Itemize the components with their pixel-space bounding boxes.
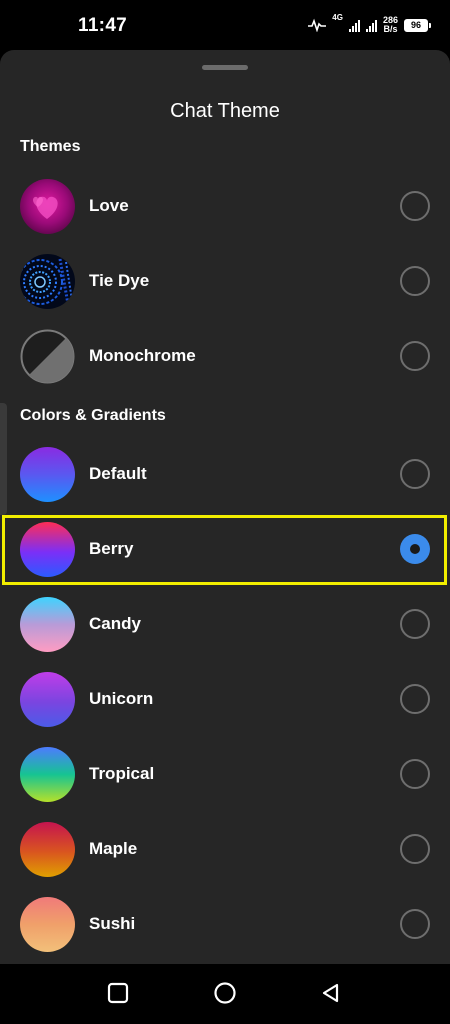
recents-square-icon[interactable] xyxy=(107,982,129,1009)
tropical-color-swatch xyxy=(20,747,75,802)
color-row-default[interactable]: Default xyxy=(0,437,450,512)
color-row-candy[interactable]: Candy xyxy=(0,587,450,662)
radio-button[interactable] xyxy=(400,909,430,939)
radio-button[interactable] xyxy=(400,759,430,789)
status-time: 11:47 xyxy=(78,15,128,36)
monochrome-theme-swatch xyxy=(20,329,75,384)
maple-color-swatch xyxy=(20,822,75,877)
sheet-drag-handle[interactable] xyxy=(202,65,248,70)
color-row-sushi[interactable]: Sushi xyxy=(0,887,450,962)
color-row-tropical[interactable]: Tropical xyxy=(0,737,450,812)
radio-button[interactable] xyxy=(400,266,430,296)
radio-button[interactable] xyxy=(400,609,430,639)
radio-button[interactable] xyxy=(400,341,430,371)
color-row-maple[interactable]: Maple xyxy=(0,812,450,887)
radio-button[interactable] xyxy=(400,191,430,221)
activity-icon xyxy=(308,18,327,32)
battery-icon: 96 xyxy=(404,18,431,32)
color-label: Tropical xyxy=(89,764,155,783)
network-speed: 286 B/s xyxy=(383,16,398,34)
color-label: Maple xyxy=(89,839,138,858)
status-bar: 11:47 4G 286 B/s 96 xyxy=(0,0,450,50)
signal-strength-icon xyxy=(348,19,360,32)
color-row-unicorn[interactable]: Unicorn xyxy=(0,662,450,737)
love-theme-swatch xyxy=(20,179,75,234)
status-icons: 4G 286 B/s 96 xyxy=(308,12,431,38)
color-label: Sushi xyxy=(89,914,136,933)
tie-dye-theme-swatch xyxy=(20,254,75,309)
network-speed-unit: B/s xyxy=(383,24,398,34)
sushi-color-swatch xyxy=(20,897,75,952)
signal-strength-icon-2 xyxy=(365,19,377,32)
theme-row-love[interactable]: Love xyxy=(0,169,450,244)
system-navigation-bar xyxy=(0,964,450,1024)
selection-highlight-box xyxy=(2,515,447,585)
theme-label: Monochrome xyxy=(89,346,196,365)
chat-theme-sheet: Chat Theme Themes Love Tie Dye Monochrom… xyxy=(0,50,450,964)
color-label: Unicorn xyxy=(89,689,154,708)
theme-row-tie-dye[interactable]: Tie Dye xyxy=(0,244,450,319)
color-label: Candy xyxy=(89,614,141,633)
back-triangle-icon[interactable] xyxy=(320,982,342,1009)
home-circle-icon[interactable] xyxy=(213,982,237,1011)
battery-level: 96 xyxy=(410,20,421,30)
radio-button[interactable] xyxy=(400,684,430,714)
theme-row-monochrome[interactable]: Monochrome xyxy=(0,319,450,394)
theme-label: Love xyxy=(89,196,129,215)
candy-color-swatch xyxy=(20,597,75,652)
radio-button[interactable] xyxy=(400,459,430,489)
radio-button[interactable] xyxy=(400,834,430,864)
unicorn-color-swatch xyxy=(20,672,75,727)
color-label: Default xyxy=(89,464,147,483)
theme-label: Tie Dye xyxy=(89,271,150,290)
sheet-title: Chat Theme xyxy=(170,100,280,122)
colors-section-header: Colors & Gradients xyxy=(20,407,166,424)
themes-section-header: Themes xyxy=(20,138,81,155)
network-type-label: 4G xyxy=(332,13,343,22)
default-color-swatch xyxy=(20,447,75,502)
